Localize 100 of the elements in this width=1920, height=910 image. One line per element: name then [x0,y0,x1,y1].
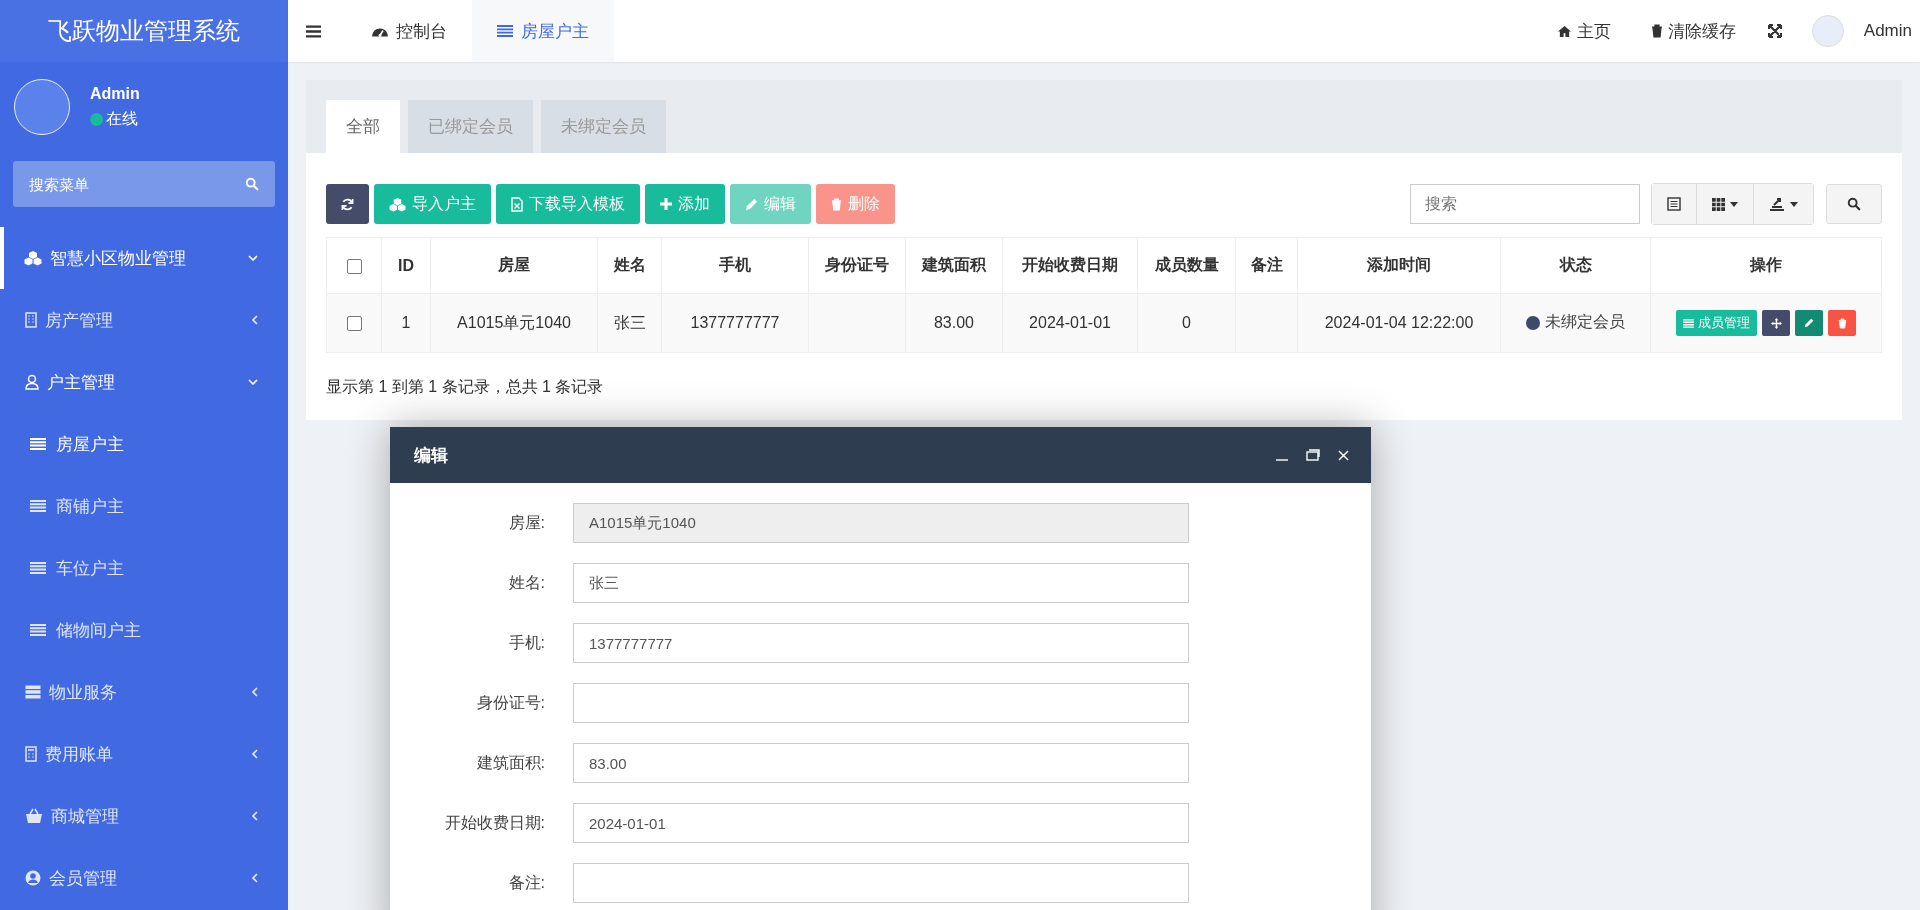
pencil-icon [1804,318,1814,328]
list-icon [30,438,46,450]
select-all-checkbox[interactable] [346,258,362,274]
row-checkbox[interactable] [346,316,362,332]
chevron-icon [252,687,258,697]
field-label: 身份证号: [475,692,545,713]
menu-search-field[interactable]: 搜索菜单 [13,161,275,207]
chevron-icon [252,749,258,759]
input-field[interactable]: 2024-01-01 [573,803,1189,843]
field-label: 房屋: [507,512,545,533]
input-field[interactable] [573,683,1189,723]
field-label: 姓名: [507,572,545,593]
search-icon [245,177,259,191]
menu-item[interactable]: 车位户主 [0,537,288,599]
filter-tab[interactable]: 未绑定会员 [541,100,666,153]
user-status: 在线 [106,108,138,129]
chevron-icon [248,255,258,261]
chevron-icon [248,379,258,385]
fullscreen-icon[interactable] [1767,24,1782,38]
table-cell: 张三 [597,293,662,353]
close-icon[interactable] [1338,449,1349,461]
move-button[interactable] [1762,310,1790,336]
search-button[interactable] [1826,184,1882,224]
nav-tab[interactable]: 房屋户主 [472,0,614,62]
field-label: 备注: [507,872,545,893]
input-field[interactable]: 张三 [573,563,1189,603]
list-icon [30,562,46,574]
table-cell: 1 [381,293,431,353]
list-icon [497,25,513,37]
cubes-icon [389,196,406,212]
column-header: 操作 [1650,237,1882,294]
caret-icon [1730,201,1738,207]
user-circle-icon [25,870,41,886]
user-icon [25,374,39,390]
column-header: 姓名 [597,237,662,294]
table-cell: 2024-01-01 [1002,293,1138,353]
column-header: 成员数量 [1137,237,1236,294]
export-button[interactable] [1754,184,1813,224]
pagination-info: 显示第 1 到第 1 条记录，总共 1 条记录 [326,377,605,397]
column-header: 备注 [1235,237,1298,294]
list-icon [1683,318,1694,328]
menu-item[interactable]: 物业服务 [0,661,288,723]
user-name: Admin [90,84,140,103]
nav-tab[interactable]: 控制台 [347,0,472,62]
column-header: 开始收费日期 [1002,237,1138,294]
menu-item[interactable]: 商铺户主 [0,475,288,537]
menu-item[interactable]: 会员管理 [0,847,288,909]
card-view-button[interactable] [1652,184,1697,224]
avatar [14,79,70,135]
calculator-icon [25,746,37,762]
refresh-button[interactable] [326,184,369,224]
building-icon [25,312,37,328]
edit-button[interactable] [1795,310,1823,336]
menu-item[interactable]: 费用账单 [0,723,288,785]
column-header: 状态 [1500,237,1651,294]
menu-item[interactable]: 储物间户主 [0,599,288,661]
menu-icon[interactable] [306,24,321,38]
input-field[interactable]: 1377777777 [573,623,1189,663]
search-icon [1847,197,1861,211]
delete-button[interactable] [1828,310,1856,336]
grid-icon [1712,197,1725,211]
move-arrows-icon [1770,317,1782,329]
home-icon [1556,24,1572,38]
field-label: 开始收费日期: [443,812,545,833]
cubes-icon [24,250,42,266]
trash-icon [831,197,842,211]
menu-item[interactable]: 户主管理 [0,351,288,413]
server-icon [25,685,41,699]
add-button[interactable]: 添加 [645,184,725,224]
import-button[interactable]: 导入户主 [374,184,491,224]
member-manage-button[interactable]: 成员管理 [1676,310,1757,336]
list-icon [30,624,46,636]
columns-button[interactable] [1697,184,1754,224]
field-label: 手机: [507,632,545,653]
chevron-icon [252,315,258,325]
filter-tab[interactable]: 全部 [326,100,400,153]
user-name[interactable]: Admin [1863,21,1912,41]
filter-tab[interactable]: 已绑定会员 [408,100,533,153]
menu-item[interactable]: 房产管理 [0,289,288,351]
app-title: 飞跃物业管理系统 [0,0,288,62]
home-link[interactable]: 主页 [1536,0,1631,62]
menu-item[interactable]: 商城管理 [0,785,288,847]
table-cell: 1377777777 [661,293,809,353]
column-header: 身份证号 [808,237,906,294]
pencil-icon [745,197,758,211]
column-header: 添加时间 [1297,237,1501,294]
excel-file-icon [511,196,523,212]
download-template-button[interactable]: 下载导入模板 [496,184,640,224]
menu-item[interactable]: 房屋户主 [0,413,288,475]
input-field[interactable] [573,863,1189,903]
input-field[interactable]: 83.00 [573,743,1189,783]
list-icon [1667,197,1681,211]
table-cell: A1015单元1040 [430,293,598,353]
clear-cache-link[interactable]: 清除缓存 [1630,0,1756,62]
search-field[interactable]: 搜索 [1410,184,1640,224]
list-icon [30,500,46,512]
table-cell: 0 [1137,293,1236,353]
maximize-icon[interactable] [1306,449,1320,461]
column-header: 手机 [661,237,809,294]
export-icon [1769,197,1785,211]
